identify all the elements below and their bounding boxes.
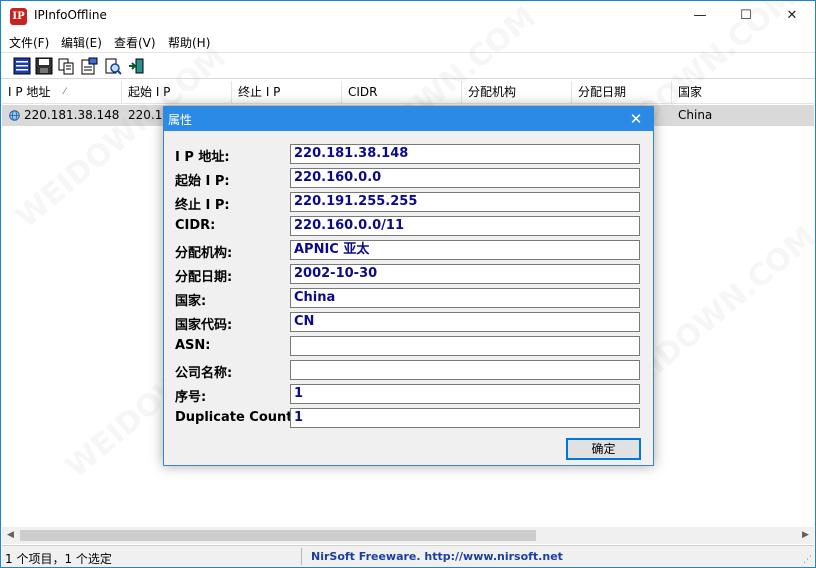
asn-field[interactable] (290, 336, 640, 356)
column-header-ip[interactable]: I P 地址 ⁄ (2, 81, 122, 104)
property-label: 终止 I P: (175, 198, 230, 213)
menu-file[interactable]: 文件(F) (9, 34, 49, 51)
status-separator (301, 548, 302, 565)
property-label: 分配机构: (175, 246, 233, 261)
dialog-title: 属性 (168, 113, 193, 127)
menu-bar: 文件(F) 编辑(E) 查看(V) 帮助(H) (1, 32, 815, 52)
column-header-cidr[interactable]: CIDR (342, 81, 462, 104)
horizontal-scrollbar[interactable]: ◀ ▶ (2, 527, 814, 544)
property-label: CIDR: (175, 218, 216, 233)
property-row: CIDR: 220.160.0.0/11 (164, 216, 653, 236)
maximize-button[interactable]: ☐ (723, 1, 769, 32)
index-field[interactable]: 1 (290, 384, 640, 404)
property-label: 分配日期: (175, 270, 233, 285)
scroll-left-icon[interactable]: ◀ (2, 527, 19, 544)
scroll-right-icon[interactable]: ▶ (797, 527, 814, 544)
property-label: 序号: (175, 390, 207, 405)
column-header-alloc-date[interactable]: 分配日期 (572, 81, 672, 104)
save-icon[interactable] (35, 57, 53, 75)
column-header-start-ip[interactable]: 起始 I P (122, 81, 232, 104)
property-row: 分配机构: APNIC 亚太 (164, 240, 653, 261)
property-row: 起始 I P: 220.160.0.0 (164, 168, 653, 189)
find-icon[interactable] (104, 57, 122, 75)
property-label: ASN: (175, 338, 211, 353)
dialog-title-bar[interactable]: 属性 ✕ (164, 107, 653, 131)
list-header: I P 地址 ⁄ 起始 I P 终止 I P CIDR 分配机构 分配日期 国家 (2, 81, 814, 104)
resize-grip-icon[interactable]: ⋰ (803, 555, 812, 565)
status-item-count: 1 个项目，1 个选定 (5, 552, 112, 566)
property-label: 公司名称: (175, 366, 233, 381)
start-ip-field[interactable]: 220.160.0.0 (290, 168, 640, 188)
properties-dialog: 属性 ✕ I P 地址: 220.181.38.148 起始 I P: 220.… (163, 106, 654, 466)
dialog-close-icon[interactable]: ✕ (619, 107, 653, 131)
scrollbar-thumb[interactable] (20, 530, 536, 541)
property-row: 公司名称: (164, 360, 653, 381)
property-label: 国家: (175, 294, 207, 309)
column-header-country[interactable]: 国家 (672, 81, 814, 104)
property-label: I P 地址: (175, 150, 230, 165)
end-ip-field[interactable]: 220.191.255.255 (290, 192, 640, 212)
menu-help[interactable]: 帮助(H) (168, 34, 210, 51)
menu-edit[interactable]: 编辑(E) (61, 34, 102, 51)
company-name-field[interactable] (290, 360, 640, 380)
cell-ip: 220.181.38.148 (24, 108, 120, 122)
copy-icon[interactable] (57, 57, 75, 75)
property-row: 国家: China (164, 288, 653, 309)
exit-icon[interactable] (127, 57, 145, 75)
html-report-icon[interactable] (80, 57, 98, 75)
property-row: 序号: 1 (164, 384, 653, 405)
close-button[interactable]: ✕ (769, 1, 815, 32)
country-code-field[interactable]: CN (290, 312, 640, 332)
properties-icon[interactable] (13, 57, 31, 75)
window-title: IPInfoOffline (34, 8, 107, 22)
property-row: ASN: (164, 336, 653, 356)
property-label: Duplicate Count: (175, 410, 298, 425)
ip-address-field[interactable]: 220.181.38.148 (290, 144, 640, 164)
menu-view[interactable]: 查看(V) (114, 34, 156, 51)
registry-field[interactable]: APNIC 亚太 (290, 240, 640, 260)
alloc-date-field[interactable]: 2002-10-30 (290, 264, 640, 284)
property-row: 分配日期: 2002-10-30 (164, 264, 653, 285)
title-bar[interactable]: IP IPInfoOffline — ☐ ✕ (1, 1, 815, 32)
app-icon: IP (10, 8, 27, 25)
property-label: 起始 I P: (175, 174, 230, 189)
property-row: I P 地址: 220.181.38.148 (164, 144, 653, 165)
column-header-end-ip[interactable]: 终止 I P (232, 81, 342, 104)
nirsoft-link[interactable]: NirSoft Freeware. http://www.nirsoft.net (311, 550, 563, 563)
cell-country: China (678, 108, 713, 122)
toolbar (1, 52, 815, 79)
property-row: 终止 I P: 220.191.255.255 (164, 192, 653, 213)
duplicate-count-field[interactable]: 1 (290, 408, 640, 428)
country-field[interactable]: China (290, 288, 640, 308)
status-bar: 1 个项目，1 个选定 NirSoft Freeware. http://www… (2, 545, 814, 567)
property-label: 国家代码: (175, 318, 233, 333)
sort-indicator-icon: ⁄ (64, 87, 66, 97)
cidr-field[interactable]: 220.160.0.0/11 (290, 216, 640, 236)
minimize-button[interactable]: — (677, 1, 723, 32)
property-row: Duplicate Count: 1 (164, 408, 653, 428)
column-header-registry[interactable]: 分配机构 (462, 81, 572, 104)
property-row: 国家代码: CN (164, 312, 653, 333)
ok-button[interactable]: 确定 (566, 438, 641, 460)
